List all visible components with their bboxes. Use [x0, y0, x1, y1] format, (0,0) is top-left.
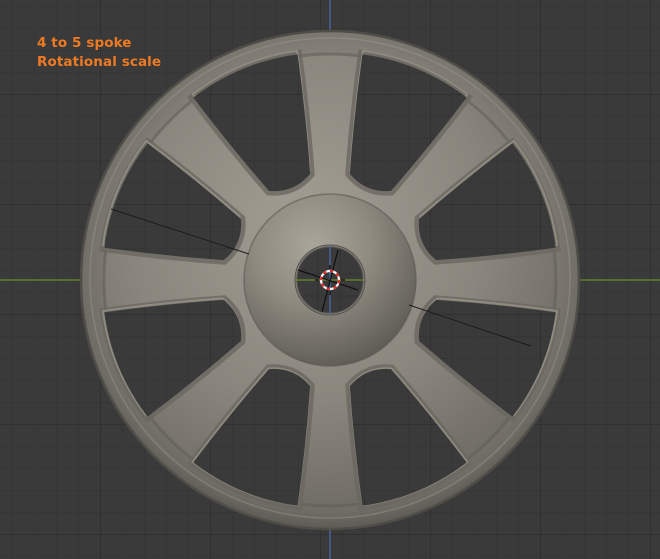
annotation-line-1: 4 to 5 spoke — [37, 35, 132, 51]
viewport-canvas[interactable] — [0, 0, 660, 559]
annotation-line-2: Rotational scale — [37, 54, 162, 70]
3d-viewport[interactable]: 4 to 5 spoke Rotational scale — [0, 0, 660, 559]
